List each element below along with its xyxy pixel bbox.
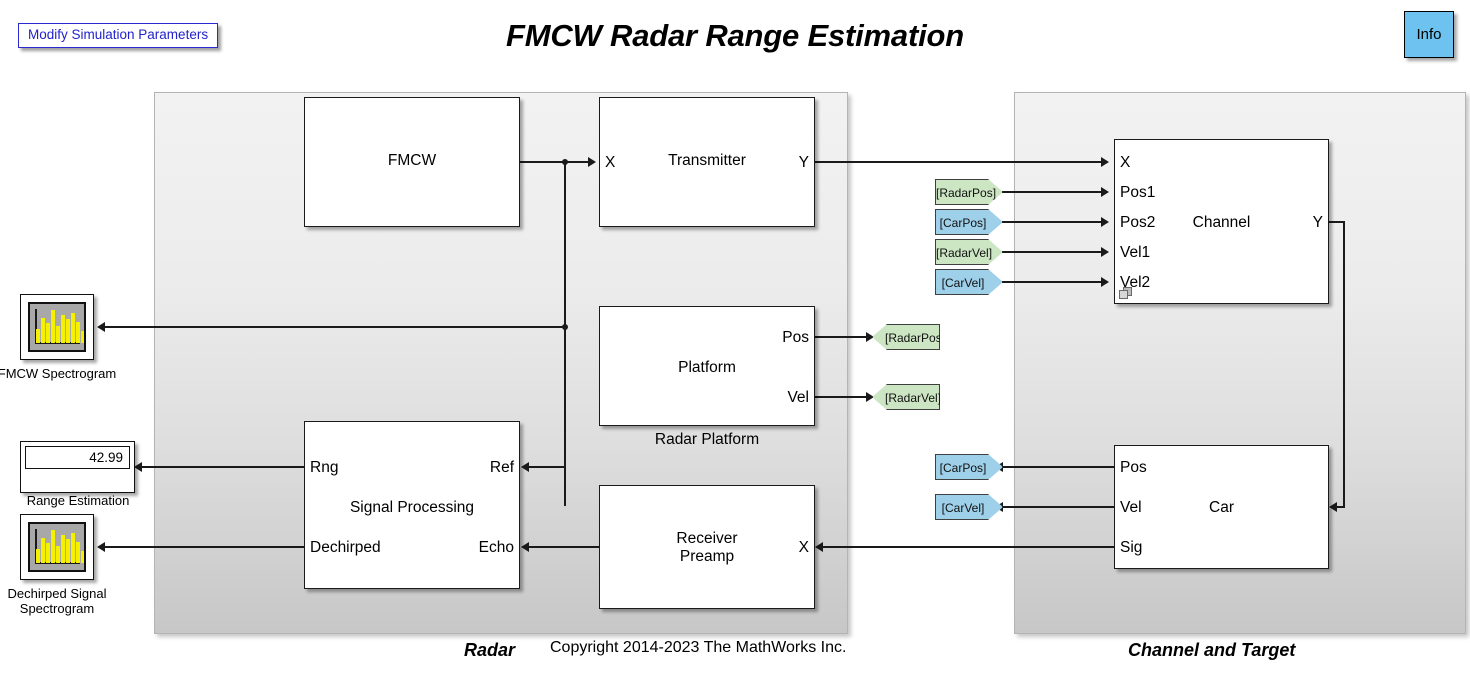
goto-tag-carpos[interactable]: [CarPos] <box>935 454 1003 480</box>
from-tag-carpos[interactable]: [CarPos] <box>935 209 1003 235</box>
channel-port-pos2: Pos2 <box>1120 214 1156 231</box>
arrowhead-car-input <box>1329 502 1337 512</box>
channel-port-pos1: Pos1 <box>1120 184 1156 201</box>
arrowhead-fmcw-spectrogram <box>97 322 105 332</box>
from-tag-radarvel[interactable]: [RadarVel] <box>935 239 1003 265</box>
info-button[interactable]: Info <box>1404 11 1454 58</box>
range-estimation-caption: Range Estimation <box>26 493 130 508</box>
wire-car-pos-to-tag <box>1001 466 1114 468</box>
from-tag-radarpos[interactable]: [RadarPos] <box>935 179 1003 205</box>
wire-radarpos-to-channel-pos1 <box>995 191 1103 193</box>
car-block[interactable]: Car Pos Vel Sig <box>1114 445 1329 569</box>
wire-car-sig-to-receiver <box>822 546 1114 548</box>
wire-dechirped-to-spectrogram <box>104 546 304 548</box>
scope-screen <box>28 302 86 352</box>
wire-radarvel-to-channel-vel1 <box>995 251 1103 253</box>
range-estimation-display[interactable]: 42.99 <box>20 441 135 493</box>
transmitter-port-y: Y <box>798 154 809 171</box>
signal-processing-block-title: Signal Processing <box>349 499 475 516</box>
channel-port-x: X <box>1120 154 1131 171</box>
arrowhead-channel-x <box>1101 157 1109 167</box>
radar-platform-port-vel: Vel <box>787 389 809 406</box>
fmcw-block[interactable]: FMCW <box>304 97 520 227</box>
wire-fmcw-to-signal-processing-ref <box>528 466 565 468</box>
scope-screen <box>28 522 86 572</box>
channel-block[interactable]: Channel X Pos1 Pos2 Vel1 Vel2 Y <box>1114 139 1329 304</box>
car-port-sig: Sig <box>1120 539 1143 556</box>
copyright-text: Copyright 2014-2023 The MathWorks Inc. <box>550 639 847 656</box>
signal-processing-port-echo: Echo <box>478 539 514 556</box>
wire-transmitter-to-channel-x <box>815 161 1103 163</box>
wire-channel-y-to-car <box>1337 506 1345 508</box>
wire-fmcw-to-spectrogram <box>104 326 565 328</box>
fmcw-spectrogram-scope[interactable] <box>20 294 94 360</box>
goto-tag-radarpos[interactable]: [RadarPos] <box>872 324 940 350</box>
car-block-title: Car <box>1209 499 1234 516</box>
wire-receiver-to-signal-processing-echo <box>528 546 600 548</box>
arrowhead-receiver-x <box>815 542 823 552</box>
info-button-label: Info <box>1416 26 1442 43</box>
page-title: FMCW Radar Range Estimation <box>506 18 964 53</box>
goto-tag-radarvel[interactable]: [RadarVel] <box>872 384 940 410</box>
receiver-preamp-port-x: X <box>798 539 809 556</box>
radar-platform-caption: Radar Platform <box>654 431 760 448</box>
wire-platform-pos-to-tag <box>815 336 870 338</box>
fmcw-spectrogram-caption: FMCW Spectrogram <box>0 366 117 381</box>
from-tag-carvel[interactable]: [CarVel] <box>935 269 1003 295</box>
dechirped-spectrogram-caption: Dechirped Signal Spectrogram <box>7 586 107 616</box>
transmitter-block[interactable]: Transmitter X Y <box>599 97 815 227</box>
wire-fmcw-branch-vertical <box>564 161 566 506</box>
arrowhead-signal-processing-echo <box>521 542 529 552</box>
car-port-pos: Pos <box>1120 459 1147 476</box>
radar-subsystem-label: Radar <box>464 640 516 660</box>
channel-port-vel1: Vel1 <box>1120 244 1151 261</box>
channel-target-subsystem-label: Channel and Target <box>1128 640 1296 660</box>
arrowhead-dechirped-spectrogram <box>97 542 105 552</box>
range-estimation-value: 42.99 <box>25 446 130 469</box>
radar-platform-block-title: Platform <box>678 359 736 376</box>
wire-platform-vel-to-tag <box>815 396 870 398</box>
wire-channel-y-down <box>1343 221 1345 507</box>
subsystem-badge-icon <box>1119 287 1132 300</box>
transmitter-port-x: X <box>605 154 616 171</box>
signal-processing-port-dechirped: Dechirped <box>310 539 381 556</box>
arrowhead-channel-pos1 <box>1101 187 1109 197</box>
wire-fmcw-to-transmitter <box>520 161 590 163</box>
arrowhead-signal-processing-ref <box>521 462 529 472</box>
model-canvas: Modify Simulation Parameters FMCW Radar … <box>0 0 1470 679</box>
channel-port-y: Y <box>1312 214 1323 231</box>
scope-trace <box>36 527 84 563</box>
wire-rng-to-range-estimation <box>141 466 304 468</box>
goto-tag-carvel[interactable]: [CarVel] <box>935 494 1003 520</box>
receiver-preamp-block[interactable]: Receiver Preamp X <box>599 485 815 609</box>
arrowhead-transmitter-x <box>588 157 596 167</box>
arrowhead-channel-pos2 <box>1101 217 1109 227</box>
scope-trace <box>36 307 84 343</box>
wire-carvel-to-channel-vel2 <box>995 281 1103 283</box>
fmcw-block-title: FMCW <box>387 152 437 169</box>
car-port-vel: Vel <box>1120 499 1142 516</box>
arrowhead-channel-vel2 <box>1101 277 1109 287</box>
wire-carpos-to-channel-pos2 <box>995 221 1103 223</box>
signal-processing-block[interactable]: Signal Processing Rng Dechirped Ref Echo <box>304 421 520 589</box>
receiver-preamp-block-title: Receiver Preamp <box>676 530 738 565</box>
radar-platform-block[interactable]: Platform Pos Vel <box>599 306 815 426</box>
arrowhead-channel-vel1 <box>1101 247 1109 257</box>
signal-processing-port-ref: Ref <box>489 459 514 476</box>
signal-processing-port-rng: Rng <box>310 459 339 476</box>
radar-platform-port-pos: Pos <box>782 329 809 346</box>
transmitter-block-title: Transmitter <box>668 152 746 169</box>
arrowhead-range-estimation <box>134 462 142 472</box>
wire-car-vel-to-tag <box>1001 506 1114 508</box>
dechirped-spectrogram-scope[interactable] <box>20 514 94 580</box>
